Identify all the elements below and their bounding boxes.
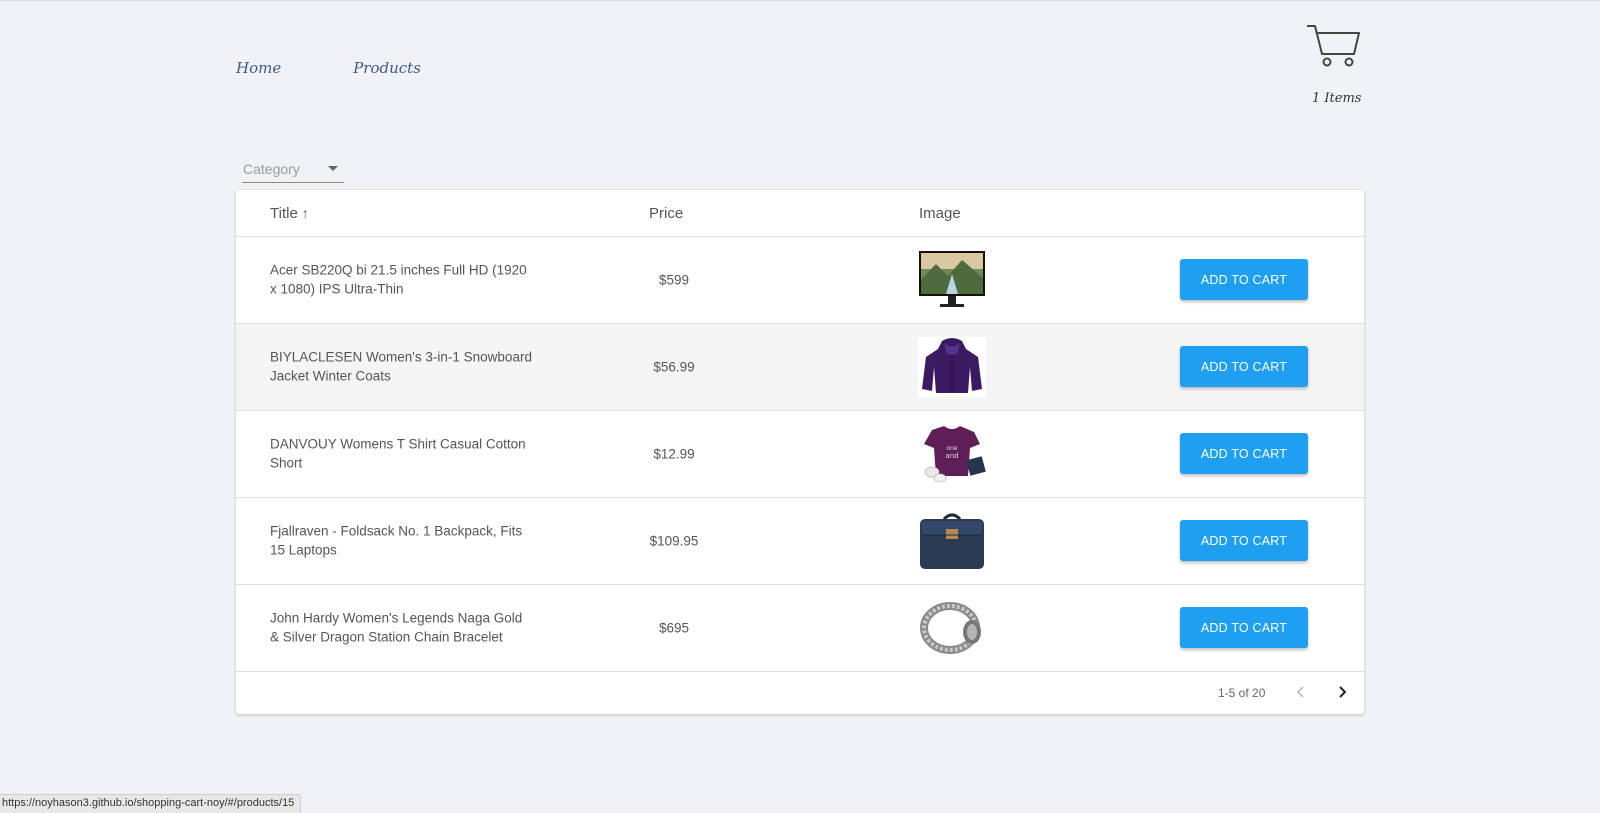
pagination: 1-5 of 20 [236, 671, 1364, 714]
category-select-label: Category [243, 161, 300, 177]
table-row: BIYLACLESEN Women's 3-in-1 Snowboard Jac… [236, 324, 1364, 411]
table-row: Fjallraven - Foldsack No. 1 Backpack, Fi… [236, 498, 1364, 585]
add-to-cart-button[interactable]: ADD TO CART [1180, 259, 1308, 300]
table-row: John Hardy Women's Legends Naga Gold & S… [236, 585, 1364, 672]
product-image-monitor [919, 251, 985, 307]
add-to-cart-button[interactable]: ADD TO CART [1180, 607, 1308, 648]
product-image-bracelet [918, 598, 986, 658]
chevron-right-icon[interactable] [1331, 681, 1353, 703]
product-price: $695 [658, 620, 690, 636]
table-header: Title ↑ Price Image [236, 190, 1364, 237]
sort-ascending-icon: ↑ [301, 205, 309, 221]
column-header-price: Price [649, 205, 684, 222]
product-image-jacket [918, 337, 986, 397]
pagination-range: 1-5 of 20 [1218, 686, 1266, 700]
nav-link-home[interactable]: Home [236, 59, 281, 77]
add-to-cart-button[interactable]: ADD TO CART [1180, 433, 1308, 474]
column-header-image: Image [919, 205, 961, 222]
product-title: DANVOUY Womens T Shirt Casual Cotton Sho… [270, 436, 526, 471]
table-row: Acer SB220Q bi 21.5 inches Full HD (1920… [236, 237, 1364, 324]
chevron-down-icon [328, 166, 338, 171]
product-title: Acer SB220Q bi 21.5 inches Full HD (1920… [270, 262, 527, 297]
category-select[interactable]: Category [242, 159, 344, 183]
product-price: $599 [658, 272, 690, 288]
product-image-tshirt: one and [918, 424, 986, 484]
product-price: $12.99 [653, 446, 695, 462]
add-to-cart-button[interactable]: ADD TO CART [1180, 346, 1308, 387]
product-title: BIYLACLESEN Women's 3-in-1 Snowboard Jac… [270, 349, 532, 384]
product-title: John Hardy Women's Legends Naga Gold & S… [270, 610, 523, 645]
svg-text:one: one [946, 445, 957, 452]
svg-text:and: and [945, 452, 958, 460]
nav-link-products[interactable]: Products [353, 59, 421, 77]
column-header-title[interactable]: Title ↑ [270, 205, 309, 222]
add-to-cart-button[interactable]: ADD TO CART [1180, 520, 1308, 561]
product-image-backpack [918, 511, 986, 571]
top-nav: Home Products [236, 59, 421, 77]
column-header-title-label: Title [270, 205, 298, 222]
chevron-left-icon[interactable] [1290, 681, 1312, 703]
products-table: Title ↑ Price Image Acer SB220Q bi 21.5 i… [236, 190, 1364, 714]
product-price: $109.95 [649, 533, 699, 549]
table-row: DANVOUY Womens T Shirt Casual Cotton Sho… [236, 411, 1364, 498]
cart-item-count: 1 Items [1312, 91, 1362, 106]
product-title: Fjallraven - Foldsack No. 1 Backpack, Fi… [270, 523, 523, 558]
status-bar-url: https://noyhason3.github.io/shopping-car… [0, 794, 302, 813]
product-price: $56.99 [653, 359, 695, 375]
cart-button[interactable] [1306, 23, 1366, 67]
shopping-cart-icon [1307, 25, 1360, 67]
